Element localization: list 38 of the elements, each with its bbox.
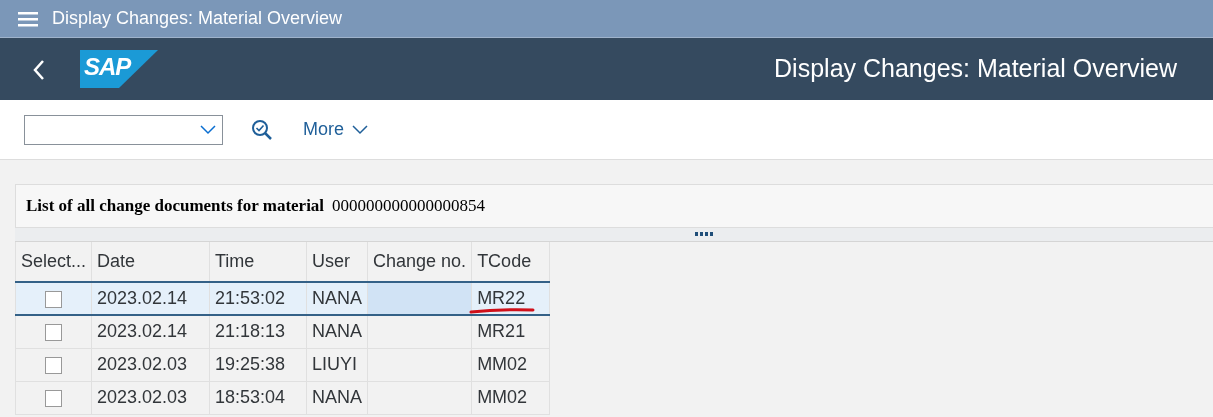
table-cell: LIUYI xyxy=(306,348,368,381)
page-title: Display Changes: Material Overview xyxy=(774,53,1177,85)
row-checkbox[interactable] xyxy=(45,389,62,407)
table-cell: 21:18:13 xyxy=(209,315,307,348)
column-header[interactable]: Change no. xyxy=(367,242,472,282)
more-button[interactable]: More xyxy=(297,115,374,144)
row-checkbox[interactable] xyxy=(45,290,62,308)
table-cell: 2023.02.03 xyxy=(91,348,210,381)
caret-icon xyxy=(352,124,368,135)
table-cell: MR22 xyxy=(471,282,550,315)
table-cell: MR21 xyxy=(471,315,550,348)
splitter-handle[interactable] xyxy=(695,232,713,237)
dropdown-field[interactable] xyxy=(24,114,223,145)
header-label: List of all change documents for material xyxy=(26,195,325,218)
column-header[interactable]: Date xyxy=(91,242,210,282)
caret-icon xyxy=(200,124,216,135)
table-cell: 18:53:04 xyxy=(209,381,307,414)
back-icon xyxy=(32,58,46,81)
material-number: 000000000000000854 xyxy=(332,195,486,218)
column-header[interactable]: Select... xyxy=(15,242,92,282)
table-cell: MM02 xyxy=(471,348,550,381)
logo: SAP xyxy=(80,50,158,88)
menu-icon[interactable] xyxy=(18,10,38,27)
table-cell: 2023.02.14 xyxy=(91,315,210,348)
table-cell: MM02 xyxy=(471,381,550,414)
table-cell: NANA xyxy=(306,315,368,348)
table-cell: 2023.02.14 xyxy=(91,282,210,315)
column-header[interactable]: Time xyxy=(209,242,307,282)
table-cell: 19:25:38 xyxy=(209,348,307,381)
column-header[interactable]: User xyxy=(306,242,368,282)
table-cell: 21:53:02 xyxy=(209,282,307,315)
table-cell: NANA xyxy=(306,381,368,414)
window-title: Display Changes: Material Overview xyxy=(52,7,343,30)
column-header[interactable]: TCode xyxy=(471,242,550,282)
table-cell: 2023.02.03 xyxy=(91,381,210,414)
row-checkbox[interactable] xyxy=(45,356,62,374)
table-cell: NANA xyxy=(306,282,368,315)
row-checkbox[interactable] xyxy=(45,324,62,341)
